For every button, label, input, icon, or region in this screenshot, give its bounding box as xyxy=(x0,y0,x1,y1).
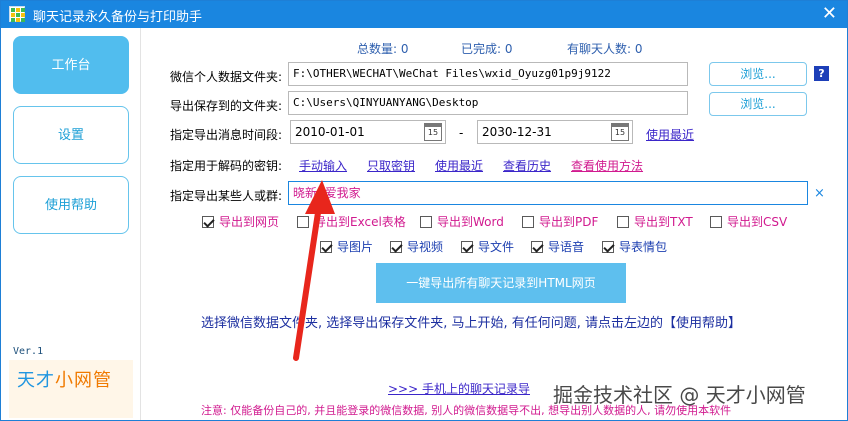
end-date-picker[interactable]: 2030-12-31 15 xyxy=(477,120,633,144)
brand-text-part1: 天才 xyxy=(17,370,55,391)
stat-done: 已完成: 0 xyxy=(461,42,513,56)
checkbox-icon[interactable] xyxy=(531,241,543,253)
target-contacts-input[interactable]: 晓新, 爱我家 xyxy=(288,181,808,205)
key-usage-guide-link[interactable]: 查看使用方法 xyxy=(571,157,643,174)
checkbox-icon[interactable] xyxy=(617,216,629,228)
key-manual-input-link[interactable]: 手动输入 xyxy=(299,157,347,174)
title-bar: 聊天记录永久备份与打印助手 ✕ xyxy=(1,1,847,28)
export-format-csv[interactable]: 导出到CSV xyxy=(710,213,787,230)
checkbox-icon[interactable] xyxy=(420,216,432,228)
export-content-videos[interactable]: 导视频 xyxy=(390,238,443,255)
save-folder-input[interactable]: C:\Users\QINYUANYANG\Desktop xyxy=(288,91,688,115)
calendar-icon[interactable]: 15 xyxy=(424,123,442,141)
save-folder-label: 导出保存到的文件夹: xyxy=(170,99,283,113)
export-format-word[interactable]: 导出到Word xyxy=(420,213,504,230)
checkbox-icon[interactable] xyxy=(202,216,214,228)
wechat-folder-label: 微信个人数据文件夹: xyxy=(170,70,283,84)
red-arrow-annotation xyxy=(293,180,335,361)
target-contacts-label: 指定导出某些人或群: xyxy=(170,189,283,203)
end-date-value: 2030-12-31 xyxy=(482,125,552,139)
sidebar-item-help[interactable]: 使用帮助 xyxy=(13,176,129,234)
key-extract-only-link[interactable]: 只取密钥 xyxy=(367,157,415,174)
version-label: Ver.1 xyxy=(13,346,44,357)
checkbox-icon[interactable] xyxy=(461,241,473,253)
browse-save-folder-button[interactable]: 浏览... xyxy=(709,92,807,116)
sidebar: 工作台 设置 使用帮助 Ver.1 天才小网管 xyxy=(1,28,141,420)
help-question-icon[interactable]: ? xyxy=(814,66,829,81)
start-date-picker[interactable]: 2010-01-01 15 xyxy=(290,120,446,144)
wechat-folder-input[interactable]: F:\OTHER\WECHAT\WeChat Files\wxid_Oyuzg0… xyxy=(288,62,688,86)
sidebar-item-settings[interactable]: 设置 xyxy=(13,106,129,164)
brand-logo: 天才小网管 xyxy=(9,360,133,418)
export-content-files[interactable]: 导文件 xyxy=(461,238,514,255)
calendar-icon[interactable]: 15 xyxy=(611,123,629,141)
usage-notice: 注意: 仅能备份自己的, 并且能登录的微信数据, 别人的微信数据导不出, 想导出… xyxy=(201,404,732,417)
export-content-voice[interactable]: 导语音 xyxy=(531,238,584,255)
window-title: 聊天记录永久备份与打印助手 xyxy=(33,10,203,25)
checkbox-icon[interactable] xyxy=(390,241,402,253)
export-content-stickers[interactable]: 导表情包 xyxy=(602,238,667,255)
checkbox-icon[interactable] xyxy=(522,216,534,228)
phone-chat-export-link[interactable]: >>> 手机上的聊天记录导 xyxy=(388,380,530,397)
export-format-webpage[interactable]: 导出到网页 xyxy=(202,213,279,230)
checkbox-icon[interactable] xyxy=(602,241,614,253)
stat-people: 有聊天人数: 0 xyxy=(567,42,643,56)
close-icon[interactable]: ✕ xyxy=(822,4,837,24)
app-icon xyxy=(9,6,25,22)
export-format-pdf[interactable]: 导出到PDF xyxy=(522,213,598,230)
app-window: 聊天记录永久备份与打印助手 ✕ 工作台 设置 使用帮助 Ver.1 天才小网管 … xyxy=(0,0,848,421)
export-all-html-button[interactable]: 一键导出所有聊天记录到HTML网页 xyxy=(376,263,626,303)
start-date-value: 2010-01-01 xyxy=(295,125,365,139)
sidebar-item-workbench[interactable]: 工作台 xyxy=(13,36,129,94)
clear-icon[interactable]: × xyxy=(814,186,825,201)
date-range-separator: - xyxy=(459,126,464,140)
key-use-recent-link[interactable]: 使用最近 xyxy=(435,157,483,174)
decode-key-label: 指定用于解码的密钥: xyxy=(170,159,283,173)
brand-text-part2: 小网管 xyxy=(55,370,112,391)
key-view-history-link[interactable]: 查看历史 xyxy=(503,157,551,174)
time-range-label: 指定导出消息时间段: xyxy=(170,128,283,142)
use-recent-date-link[interactable]: 使用最近 xyxy=(646,126,694,143)
browse-wechat-folder-button[interactable]: 浏览... xyxy=(709,62,807,86)
checkbox-icon[interactable] xyxy=(710,216,722,228)
export-format-txt[interactable]: 导出到TXT xyxy=(617,213,693,230)
stat-total: 总数量: 0 xyxy=(357,42,409,56)
